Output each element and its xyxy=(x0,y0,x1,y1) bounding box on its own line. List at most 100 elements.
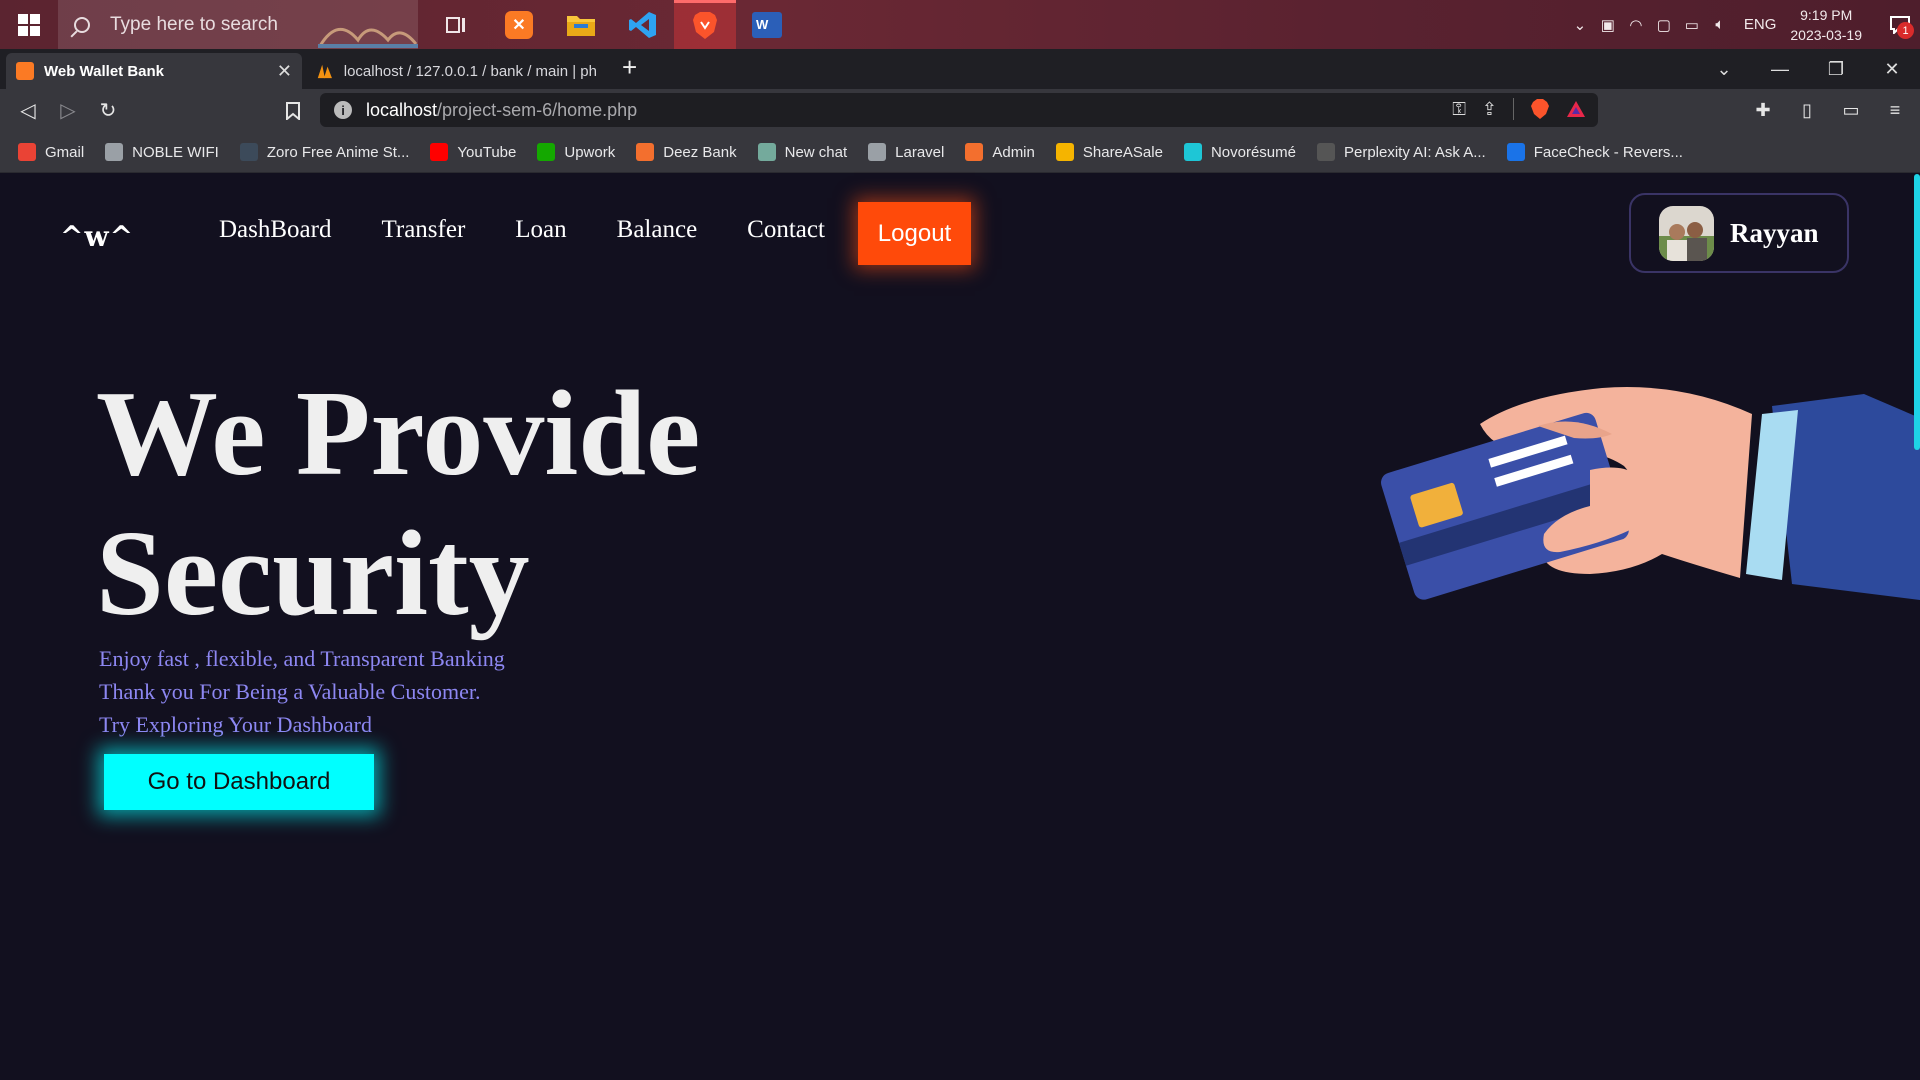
volume-icon[interactable]: 🔈︎ xyxy=(1709,14,1731,36)
globe-icon xyxy=(868,143,887,161)
user-name: Rayyan xyxy=(1730,217,1819,248)
novoresume-icon xyxy=(1183,143,1202,161)
back-icon[interactable]: ◁ xyxy=(8,91,48,131)
share-icon[interactable]: ⇪ xyxy=(1482,99,1497,120)
nav-contact[interactable]: Contact xyxy=(747,216,825,244)
task-view-button[interactable] xyxy=(426,0,488,49)
language-indicator[interactable]: ENG xyxy=(1744,16,1777,33)
taskbar-search[interactable]: Type here to search xyxy=(58,0,418,49)
sidebar-icon[interactable]: ▯ xyxy=(1792,100,1822,121)
bookmark-item[interactable]: YouTube xyxy=(430,143,516,161)
close-tab-icon[interactable]: ✕ xyxy=(277,61,292,82)
nav-loan[interactable]: Loan xyxy=(515,216,566,244)
new-tab-button[interactable]: + xyxy=(622,52,637,83)
nav-transfer[interactable]: Transfer xyxy=(381,216,465,244)
monitor-icon[interactable]: ▣ xyxy=(1597,14,1619,36)
user-profile-card[interactable]: Rayyan xyxy=(1629,193,1849,273)
bookmark-label: Admin xyxy=(992,143,1035,161)
tab-title: Web Wallet Bank xyxy=(44,62,165,80)
screen: Type here to search ✕ W ⌄ ▣ ◠ ▢ ▭ 🔈︎ ENG… xyxy=(0,0,1920,1080)
hero-line: Thank you For Being a Valuable Customer. xyxy=(99,679,481,704)
clock-date: 2023-03-19 xyxy=(1790,26,1862,43)
bookmark-item[interactable]: ShareASale xyxy=(1055,143,1163,161)
search-icon xyxy=(74,16,90,33)
site-info-icon[interactable]: i xyxy=(334,101,352,119)
start-button[interactable] xyxy=(0,0,58,49)
browser-toolbar: ◁ ▷ ↻ i localhost/project-sem-6/home.php… xyxy=(0,89,1920,132)
tab-search-icon[interactable]: ⌄ xyxy=(1696,49,1752,89)
wifi-icon[interactable]: ◠ xyxy=(1625,14,1647,36)
vscode-icon xyxy=(629,11,656,38)
facecheck-icon xyxy=(1506,143,1525,161)
bookmark-item[interactable]: NOBLE WIFI xyxy=(105,143,219,161)
xampp-icon xyxy=(636,143,655,161)
go-to-dashboard-button[interactable]: Go to Dashboard xyxy=(104,754,374,810)
bookmarks-bar: Gmail NOBLE WIFI Zoro Free Anime St... YouT… xyxy=(0,132,1920,173)
menu-icon[interactable]: ≡ xyxy=(1880,100,1910,121)
xampp-icon: ✕ xyxy=(505,10,533,39)
clock[interactable]: 9:19 PM 2023-03-19 xyxy=(1790,5,1862,45)
bookmark-label: Zoro Free Anime St... xyxy=(266,143,410,161)
bookmark-item[interactable]: Upwork xyxy=(537,143,615,161)
notification-center-button[interactable]: 1 xyxy=(1880,0,1920,49)
tab-phpmyadmin[interactable]: localhost / 127.0.0.1 / bank / main | ph xyxy=(306,53,606,89)
bookmark-icon[interactable] xyxy=(273,91,313,131)
hand-holding-card-illustration xyxy=(1381,387,1920,600)
bookmark-label: Perplexity AI: Ask A... xyxy=(1343,143,1486,161)
bookmark-label: NOBLE WIFI xyxy=(132,143,219,161)
key-icon[interactable]: ⚿ xyxy=(1452,99,1466,120)
notification-badge: 1 xyxy=(1897,22,1914,39)
wallet-icon[interactable]: ▭ xyxy=(1836,100,1866,121)
bookmark-label: Laravel xyxy=(895,143,945,161)
brave-app[interactable] xyxy=(674,0,736,49)
bookmark-item[interactable]: Laravel xyxy=(868,143,944,161)
close-window-icon[interactable]: ✕ xyxy=(1864,49,1920,89)
xampp-app[interactable]: ✕ xyxy=(488,0,550,49)
brave-shields-icon[interactable] xyxy=(1530,98,1550,120)
globe-icon xyxy=(105,143,124,161)
restore-icon[interactable]: ❐ xyxy=(1808,49,1864,89)
taskbar-search-placeholder: Type here to search xyxy=(110,13,278,35)
bookmark-item[interactable]: Gmail xyxy=(18,143,84,161)
brave-rewards-icon[interactable] xyxy=(1566,100,1586,118)
address-path: /project-sem-6/home.php xyxy=(437,99,638,120)
zoro-icon xyxy=(239,143,258,161)
bookmark-label: ShareASale xyxy=(1082,143,1163,161)
bookmark-item[interactable]: Novorésumé xyxy=(1183,143,1296,161)
browser-tabstrip: Web Wallet Bank ✕ localhost / 127.0.0.1 … xyxy=(0,49,1920,89)
site-logo[interactable]: ^w^ xyxy=(60,220,134,253)
nav-dashboard[interactable]: DashBoard xyxy=(219,216,331,244)
bookmark-item[interactable]: Deez Bank xyxy=(636,143,737,161)
extensions-icon[interactable]: ✚ xyxy=(1748,100,1778,121)
xampp-icon xyxy=(16,62,34,80)
file-explorer-app[interactable] xyxy=(550,0,612,49)
minimize-icon[interactable]: — xyxy=(1752,49,1808,89)
address-host: localhost xyxy=(366,99,438,120)
clock-time: 9:19 PM xyxy=(1800,6,1853,23)
hero-line: Try Exploring Your Dashboard xyxy=(99,712,372,737)
search-highlight-image xyxy=(318,28,418,48)
battery-icon[interactable]: ▭ xyxy=(1681,14,1703,36)
hero-title: We Provide Security xyxy=(96,364,700,644)
bookmark-item[interactable]: Zoro Free Anime St... xyxy=(239,143,410,161)
nav-balance[interactable]: Balance xyxy=(617,216,698,244)
bookmark-item[interactable]: Admin xyxy=(965,143,1035,161)
logout-button[interactable]: Logout xyxy=(858,202,971,265)
avatar xyxy=(1659,205,1714,261)
file-explorer-icon xyxy=(567,15,595,36)
hero-title-line1: We Provide xyxy=(96,366,701,501)
page-scrollbar[interactable] xyxy=(1914,174,1920,450)
task-view-icon xyxy=(446,16,465,33)
reload-icon[interactable]: ↻ xyxy=(88,91,128,131)
meet-now-icon[interactable]: ▢ xyxy=(1653,14,1675,36)
forward-icon[interactable]: ▷ xyxy=(48,91,88,131)
word-app[interactable]: W xyxy=(736,0,798,49)
bookmark-item[interactable]: FaceCheck - Revers... xyxy=(1506,143,1683,161)
address-bar[interactable]: i localhost/project-sem-6/home.php ⚿ ⇪ xyxy=(320,93,1598,127)
vscode-app[interactable] xyxy=(612,0,674,49)
tab-web-wallet-bank[interactable]: Web Wallet Bank ✕ xyxy=(6,53,302,89)
bookmark-item[interactable]: New chat xyxy=(757,143,847,161)
bookmark-item[interactable]: Perplexity AI: Ask A... xyxy=(1316,143,1486,161)
bookmark-label: YouTube xyxy=(457,143,517,161)
chevron-up-icon[interactable]: ⌄ xyxy=(1569,14,1591,36)
